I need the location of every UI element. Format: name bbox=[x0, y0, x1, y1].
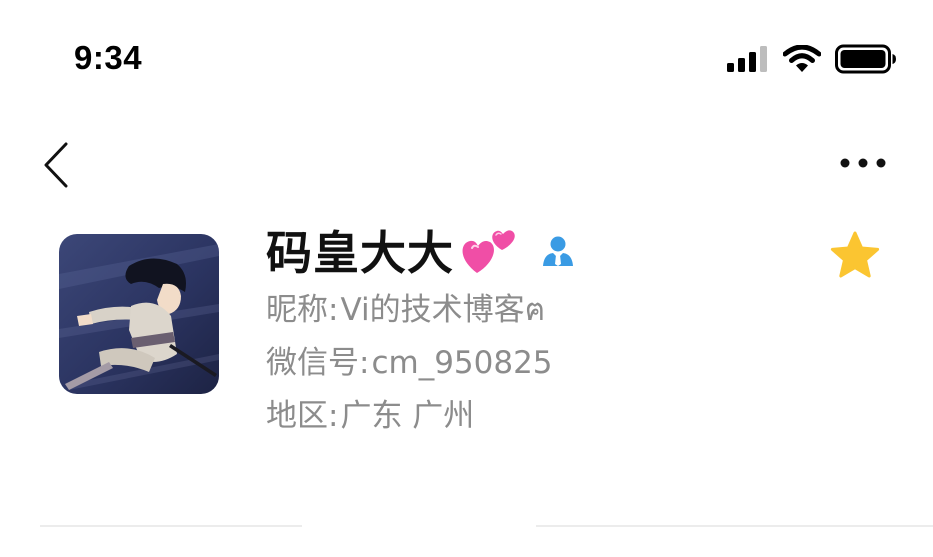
wifi-icon bbox=[783, 45, 821, 72]
contact-person-icon bbox=[540, 233, 576, 273]
region-line: 地区:广东 广州 bbox=[266, 390, 576, 443]
region-value: 广东 广州 bbox=[340, 398, 475, 434]
profile-name[interactable]: 码皇大大 bbox=[266, 222, 454, 284]
nickname-line: 昵称:Vi的技术博客ฅ bbox=[266, 284, 576, 337]
wechat-id-line: 微信号:cm_950825 bbox=[266, 337, 576, 390]
wechat-id-value[interactable]: cm_950825 bbox=[371, 345, 552, 381]
divider-right bbox=[536, 525, 933, 527]
cellular-signal-icon bbox=[727, 46, 767, 72]
name-row: 码皇大大 bbox=[266, 222, 576, 284]
avatar[interactable] bbox=[59, 234, 219, 394]
battery-icon bbox=[835, 44, 896, 74]
region-label: 地区: bbox=[266, 398, 339, 434]
more-options-button[interactable] bbox=[835, 145, 891, 181]
ellipsis-icon bbox=[840, 158, 886, 168]
star-button[interactable] bbox=[829, 230, 881, 282]
divider-left bbox=[40, 525, 302, 527]
back-button[interactable] bbox=[36, 140, 76, 190]
nickname-value: Vi的技术博客ฅ bbox=[340, 292, 546, 328]
avatar-image bbox=[59, 234, 219, 394]
profile-info: 码皇大大 昵称:Vi的技术博客ฅ 微信号:cm_950825 地区:广东 广州 bbox=[266, 222, 576, 443]
two-hearts-icon bbox=[460, 223, 520, 283]
nickname-label: 昵称: bbox=[266, 292, 339, 328]
wechat-id-label: 微信号: bbox=[266, 345, 370, 381]
chevron-left-icon bbox=[44, 142, 68, 188]
star-icon bbox=[830, 231, 880, 278]
status-time: 9:34 bbox=[74, 39, 143, 76]
status-icons bbox=[727, 42, 897, 76]
